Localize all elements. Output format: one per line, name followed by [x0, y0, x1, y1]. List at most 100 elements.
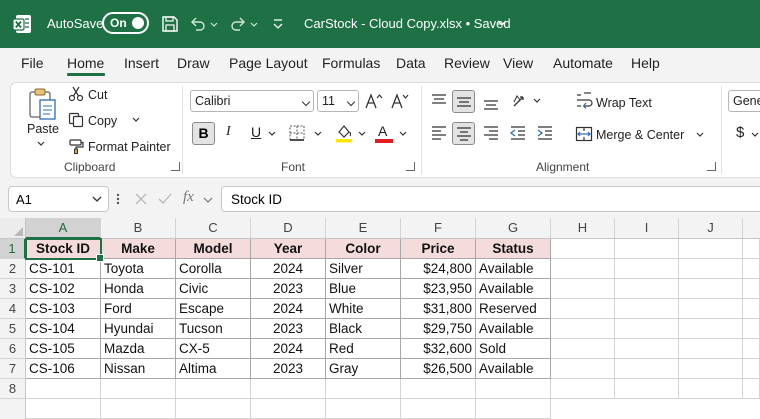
- align-left-icon[interactable]: [430, 124, 448, 142]
- empty-cell[interactable]: [615, 279, 679, 299]
- table-cell[interactable]: Nissan: [101, 359, 176, 379]
- paste-chevron-down-icon[interactable]: [36, 140, 46, 148]
- table-cell[interactable]: Available: [476, 319, 551, 339]
- orientation-chevron-down-icon[interactable]: [532, 97, 542, 105]
- empty-cell[interactable]: [679, 279, 743, 299]
- font-color-button[interactable]: A: [375, 122, 393, 144]
- column-header-d[interactable]: D: [251, 218, 326, 239]
- fill-color-icon[interactable]: [335, 123, 353, 143]
- increase-indent-icon[interactable]: [536, 124, 554, 142]
- center-align-button[interactable]: [452, 122, 475, 145]
- empty-cell[interactable]: [251, 379, 326, 399]
- empty-cell[interactable]: [401, 399, 476, 419]
- empty-cell[interactable]: [476, 379, 551, 399]
- empty-cell[interactable]: [679, 319, 743, 339]
- table-cell[interactable]: CS-105: [26, 339, 101, 359]
- redo-dropdown-icon[interactable]: [249, 14, 259, 34]
- empty-cell[interactable]: [26, 379, 101, 399]
- tab-file[interactable]: File: [21, 55, 44, 71]
- decrease-indent-icon[interactable]: [509, 124, 527, 142]
- empty-cell[interactable]: [615, 339, 679, 359]
- merge-center-chevron-down-icon[interactable]: [695, 131, 705, 139]
- empty-cell[interactable]: [743, 279, 760, 299]
- row-header-8[interactable]: 8: [0, 379, 26, 399]
- table-cell[interactable]: Sold: [476, 339, 551, 359]
- empty-cell[interactable]: [743, 379, 760, 399]
- table-cell[interactable]: Mazda: [101, 339, 176, 359]
- table-cell[interactable]: Toyota: [101, 259, 176, 279]
- font-launcher-icon[interactable]: [406, 162, 415, 171]
- cut-label[interactable]: Cut: [88, 88, 107, 102]
- table-cell[interactable]: $32,600: [401, 339, 476, 359]
- table-cell[interactable]: Red: [326, 339, 401, 359]
- header-cell-price[interactable]: Price: [401, 239, 476, 259]
- header-cell-status[interactable]: Status: [476, 239, 551, 259]
- empty-cell[interactable]: [101, 399, 176, 419]
- empty-cell[interactable]: [551, 359, 615, 379]
- column-header-j[interactable]: J: [679, 218, 743, 239]
- table-cell[interactable]: CS-101: [26, 259, 101, 279]
- empty-cell[interactable]: [551, 339, 615, 359]
- table-cell[interactable]: Hyundai: [101, 319, 176, 339]
- borders-chevron-down-icon[interactable]: [313, 130, 323, 138]
- currency-button[interactable]: $: [736, 124, 744, 141]
- format-painter-label[interactable]: Format Painter: [88, 140, 171, 154]
- tab-insert[interactable]: Insert: [124, 55, 159, 71]
- font-color-chevron-down-icon[interactable]: [398, 130, 408, 138]
- table-cell[interactable]: Available: [476, 279, 551, 299]
- empty-cell[interactable]: [26, 399, 101, 419]
- row-header-7[interactable]: 7: [0, 359, 26, 379]
- italic-button[interactable]: I: [226, 124, 231, 140]
- middle-align-button[interactable]: [452, 90, 475, 113]
- paste-icon[interactable]: [26, 87, 58, 121]
- empty-cell[interactable]: [743, 259, 760, 279]
- table-cell[interactable]: 2024: [251, 339, 326, 359]
- row-header-6[interactable]: 6: [0, 339, 26, 359]
- document-title[interactable]: CarStock - Cloud Copy.xlsx • Saved: [304, 16, 511, 31]
- table-cell[interactable]: 2023: [251, 279, 326, 299]
- table-cell[interactable]: CX-5: [176, 339, 251, 359]
- table-cell[interactable]: Honda: [101, 279, 176, 299]
- tab-help[interactable]: Help: [631, 55, 660, 71]
- empty-cell[interactable]: [251, 399, 326, 419]
- table-cell[interactable]: CS-106: [26, 359, 101, 379]
- column-header-k[interactable]: [743, 218, 760, 239]
- empty-cell[interactable]: [551, 299, 615, 319]
- empty-cell[interactable]: [679, 339, 743, 359]
- redo-icon[interactable]: [228, 14, 248, 34]
- empty-cell[interactable]: [551, 319, 615, 339]
- row-header-5[interactable]: 5: [0, 319, 26, 339]
- empty-cell[interactable]: [615, 379, 679, 399]
- column-header-f[interactable]: F: [401, 218, 476, 239]
- align-right-icon[interactable]: [482, 124, 500, 142]
- wrap-text-icon[interactable]: [575, 92, 593, 110]
- copy-icon[interactable]: [68, 112, 84, 128]
- increase-font-size-icon[interactable]: [364, 92, 384, 110]
- cut-icon[interactable]: [68, 86, 84, 102]
- orientation-icon[interactable]: [511, 92, 531, 110]
- underline-button[interactable]: U: [251, 124, 261, 140]
- fill-color-chevron-down-icon[interactable]: [357, 130, 367, 138]
- empty-cell[interactable]: [743, 339, 760, 359]
- empty-cell[interactable]: [551, 379, 615, 399]
- row-header-1[interactable]: 1: [0, 239, 26, 259]
- column-header-g[interactable]: G: [476, 218, 551, 239]
- decrease-font-size-icon[interactable]: [390, 92, 410, 110]
- title-chevron-down-icon[interactable]: [496, 16, 508, 30]
- tab-home[interactable]: Home: [67, 55, 104, 71]
- empty-cell[interactable]: [476, 399, 551, 419]
- header-cell-make[interactable]: Make: [101, 239, 176, 259]
- empty-cell[interactable]: [743, 359, 760, 379]
- table-cell[interactable]: Black: [326, 319, 401, 339]
- column-header-e[interactable]: E: [326, 218, 401, 239]
- number-format-select[interactable]: Gene: [728, 90, 760, 112]
- empty-cell[interactable]: [743, 239, 760, 259]
- empty-cell[interactable]: [679, 259, 743, 279]
- row-header-9[interactable]: [0, 399, 26, 419]
- table-cell[interactable]: 2024: [251, 259, 326, 279]
- name-box[interactable]: A1: [8, 186, 109, 212]
- header-cell-model[interactable]: Model: [176, 239, 251, 259]
- table-cell[interactable]: Corolla: [176, 259, 251, 279]
- empty-cell[interactable]: [679, 379, 743, 399]
- column-header-i[interactable]: I: [615, 218, 679, 239]
